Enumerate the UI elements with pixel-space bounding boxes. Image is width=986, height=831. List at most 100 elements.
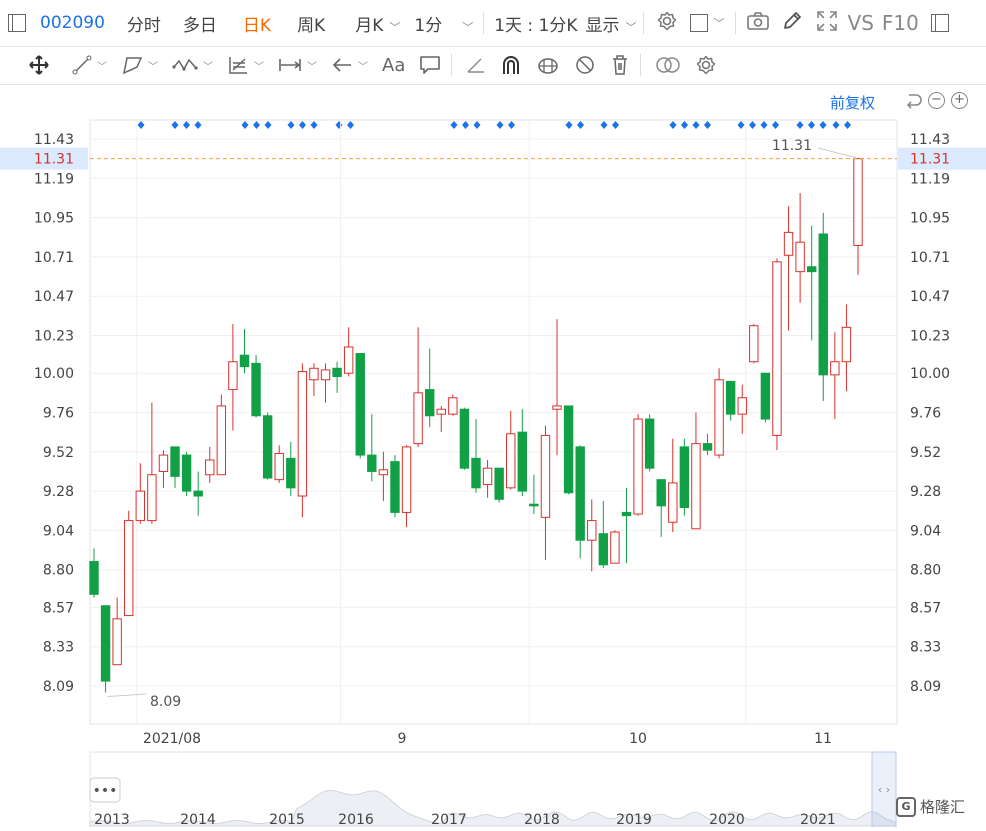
candle[interactable] [471,419,481,493]
candle[interactable] [448,394,458,416]
candle[interactable] [725,380,736,421]
candle[interactable] [228,324,238,431]
sidebar-right-icon[interactable] [930,14,949,32]
candle[interactable] [714,368,724,459]
hide-icon[interactable] [574,54,596,76]
candle[interactable] [691,412,701,530]
range-select[interactable]: 1天 : 1分K [494,11,577,36]
candle[interactable] [124,510,134,617]
candle[interactable] [552,319,562,456]
candle[interactable] [772,258,782,451]
candle[interactable] [424,348,435,428]
candle[interactable] [668,438,678,533]
display-select[interactable]: 显示 ﹀ [586,11,637,36]
candle[interactable] [563,405,574,495]
candle[interactable] [818,212,828,402]
candle[interactable] [598,500,609,569]
candle[interactable] [401,445,412,528]
arrow-icon[interactable]: ﹀ [331,55,368,75]
compare-icon[interactable] [655,55,681,75]
candle[interactable] [621,487,632,564]
candle[interactable] [737,384,747,434]
vs-button[interactable]: VS [848,11,874,35]
note-icon[interactable] [419,55,441,75]
candle[interactable] [517,409,528,497]
edit-icon[interactable] [782,11,802,36]
candle[interactable] [100,605,111,693]
kline-chart-svg[interactable]: 11.43 11.43 11.19 11.19 10.95 10.95 10.71 10.71… [0,84,986,829]
candle[interactable] [506,410,516,490]
candle[interactable] [587,499,597,572]
candle[interactable] [482,459,493,498]
candle[interactable] [760,372,771,423]
line-icon[interactable]: ﹀ [72,55,107,75]
candle[interactable] [216,394,227,476]
candle[interactable] [783,206,794,331]
f10-button[interactable]: F10 [882,11,919,35]
tab-monthly-k[interactable]: 月K ﹀ [355,11,400,36]
candle[interactable] [147,402,157,524]
tab-multi-day[interactable]: 多日 [183,11,217,36]
candle[interactable] [644,414,655,472]
candle[interactable] [656,479,666,537]
candle[interactable] [193,471,203,516]
color-box-icon[interactable]: ﹀ [689,14,725,32]
candle[interactable] [378,451,389,501]
candle[interactable] [89,548,99,598]
candle[interactable] [529,474,539,515]
move-icon[interactable] [28,54,50,76]
fib-icon[interactable]: ﹀ [227,54,264,76]
candle[interactable] [274,445,284,483]
candle[interactable] [436,405,446,433]
candle[interactable] [806,225,817,341]
min-price-label: 8.09 [150,694,181,710]
candle[interactable] [830,332,840,420]
settings-icon[interactable] [656,10,678,37]
candle[interactable] [413,327,423,447]
candle[interactable] [355,353,365,459]
candle[interactable] [390,455,400,518]
candle[interactable] [633,414,643,516]
tab-daily-k[interactable]: 日K [243,11,271,36]
delete-icon[interactable] [610,54,630,76]
candle[interactable] [158,450,169,488]
magnet-icon[interactable] [500,54,522,76]
tab-weekly-k[interactable]: 周K [297,11,325,36]
candle[interactable] [610,530,620,564]
candle[interactable] [320,363,331,403]
candle[interactable] [332,361,342,393]
measure-icon[interactable]: ﹀ [278,55,317,75]
candle[interactable] [540,425,551,560]
candle[interactable] [181,451,192,497]
candle[interactable] [309,363,319,397]
channel-icon[interactable]: ﹀ [121,55,158,75]
candle[interactable] [679,438,690,516]
tab-intraday[interactable]: 分时 [127,11,161,36]
candle[interactable] [749,324,759,364]
settings-icon[interactable] [695,54,717,76]
candle[interactable] [262,412,273,480]
kline-chart[interactable]: 11.43 11.43 11.19 11.19 10.95 10.95 10.71 10.71… [0,84,986,829]
sidebar-toggle-icon[interactable] [8,14,26,32]
wave-icon[interactable]: ﹀ [172,55,213,75]
lock-icon[interactable] [536,54,560,76]
camera-icon[interactable] [746,11,770,36]
candle[interactable] [297,363,308,518]
candle[interactable] [170,446,180,488]
candle[interactable] [367,414,377,482]
candle[interactable] [251,355,261,418]
candle[interactable] [494,467,504,503]
candle[interactable] [343,327,354,377]
candle[interactable] [135,463,146,524]
stock-code[interactable]: 002090 [40,13,105,33]
text-icon[interactable]: Aa [382,55,405,76]
fullscreen-icon[interactable] [816,10,838,37]
candle[interactable] [286,441,296,497]
candle[interactable] [459,407,470,470]
candle[interactable] [853,158,863,275]
candle[interactable] [841,304,852,392]
tab-1min[interactable]: 1分 ﹀ [414,11,473,36]
pen-icon[interactable] [466,55,486,75]
candle[interactable] [575,445,585,559]
candle[interactable] [795,193,805,303]
